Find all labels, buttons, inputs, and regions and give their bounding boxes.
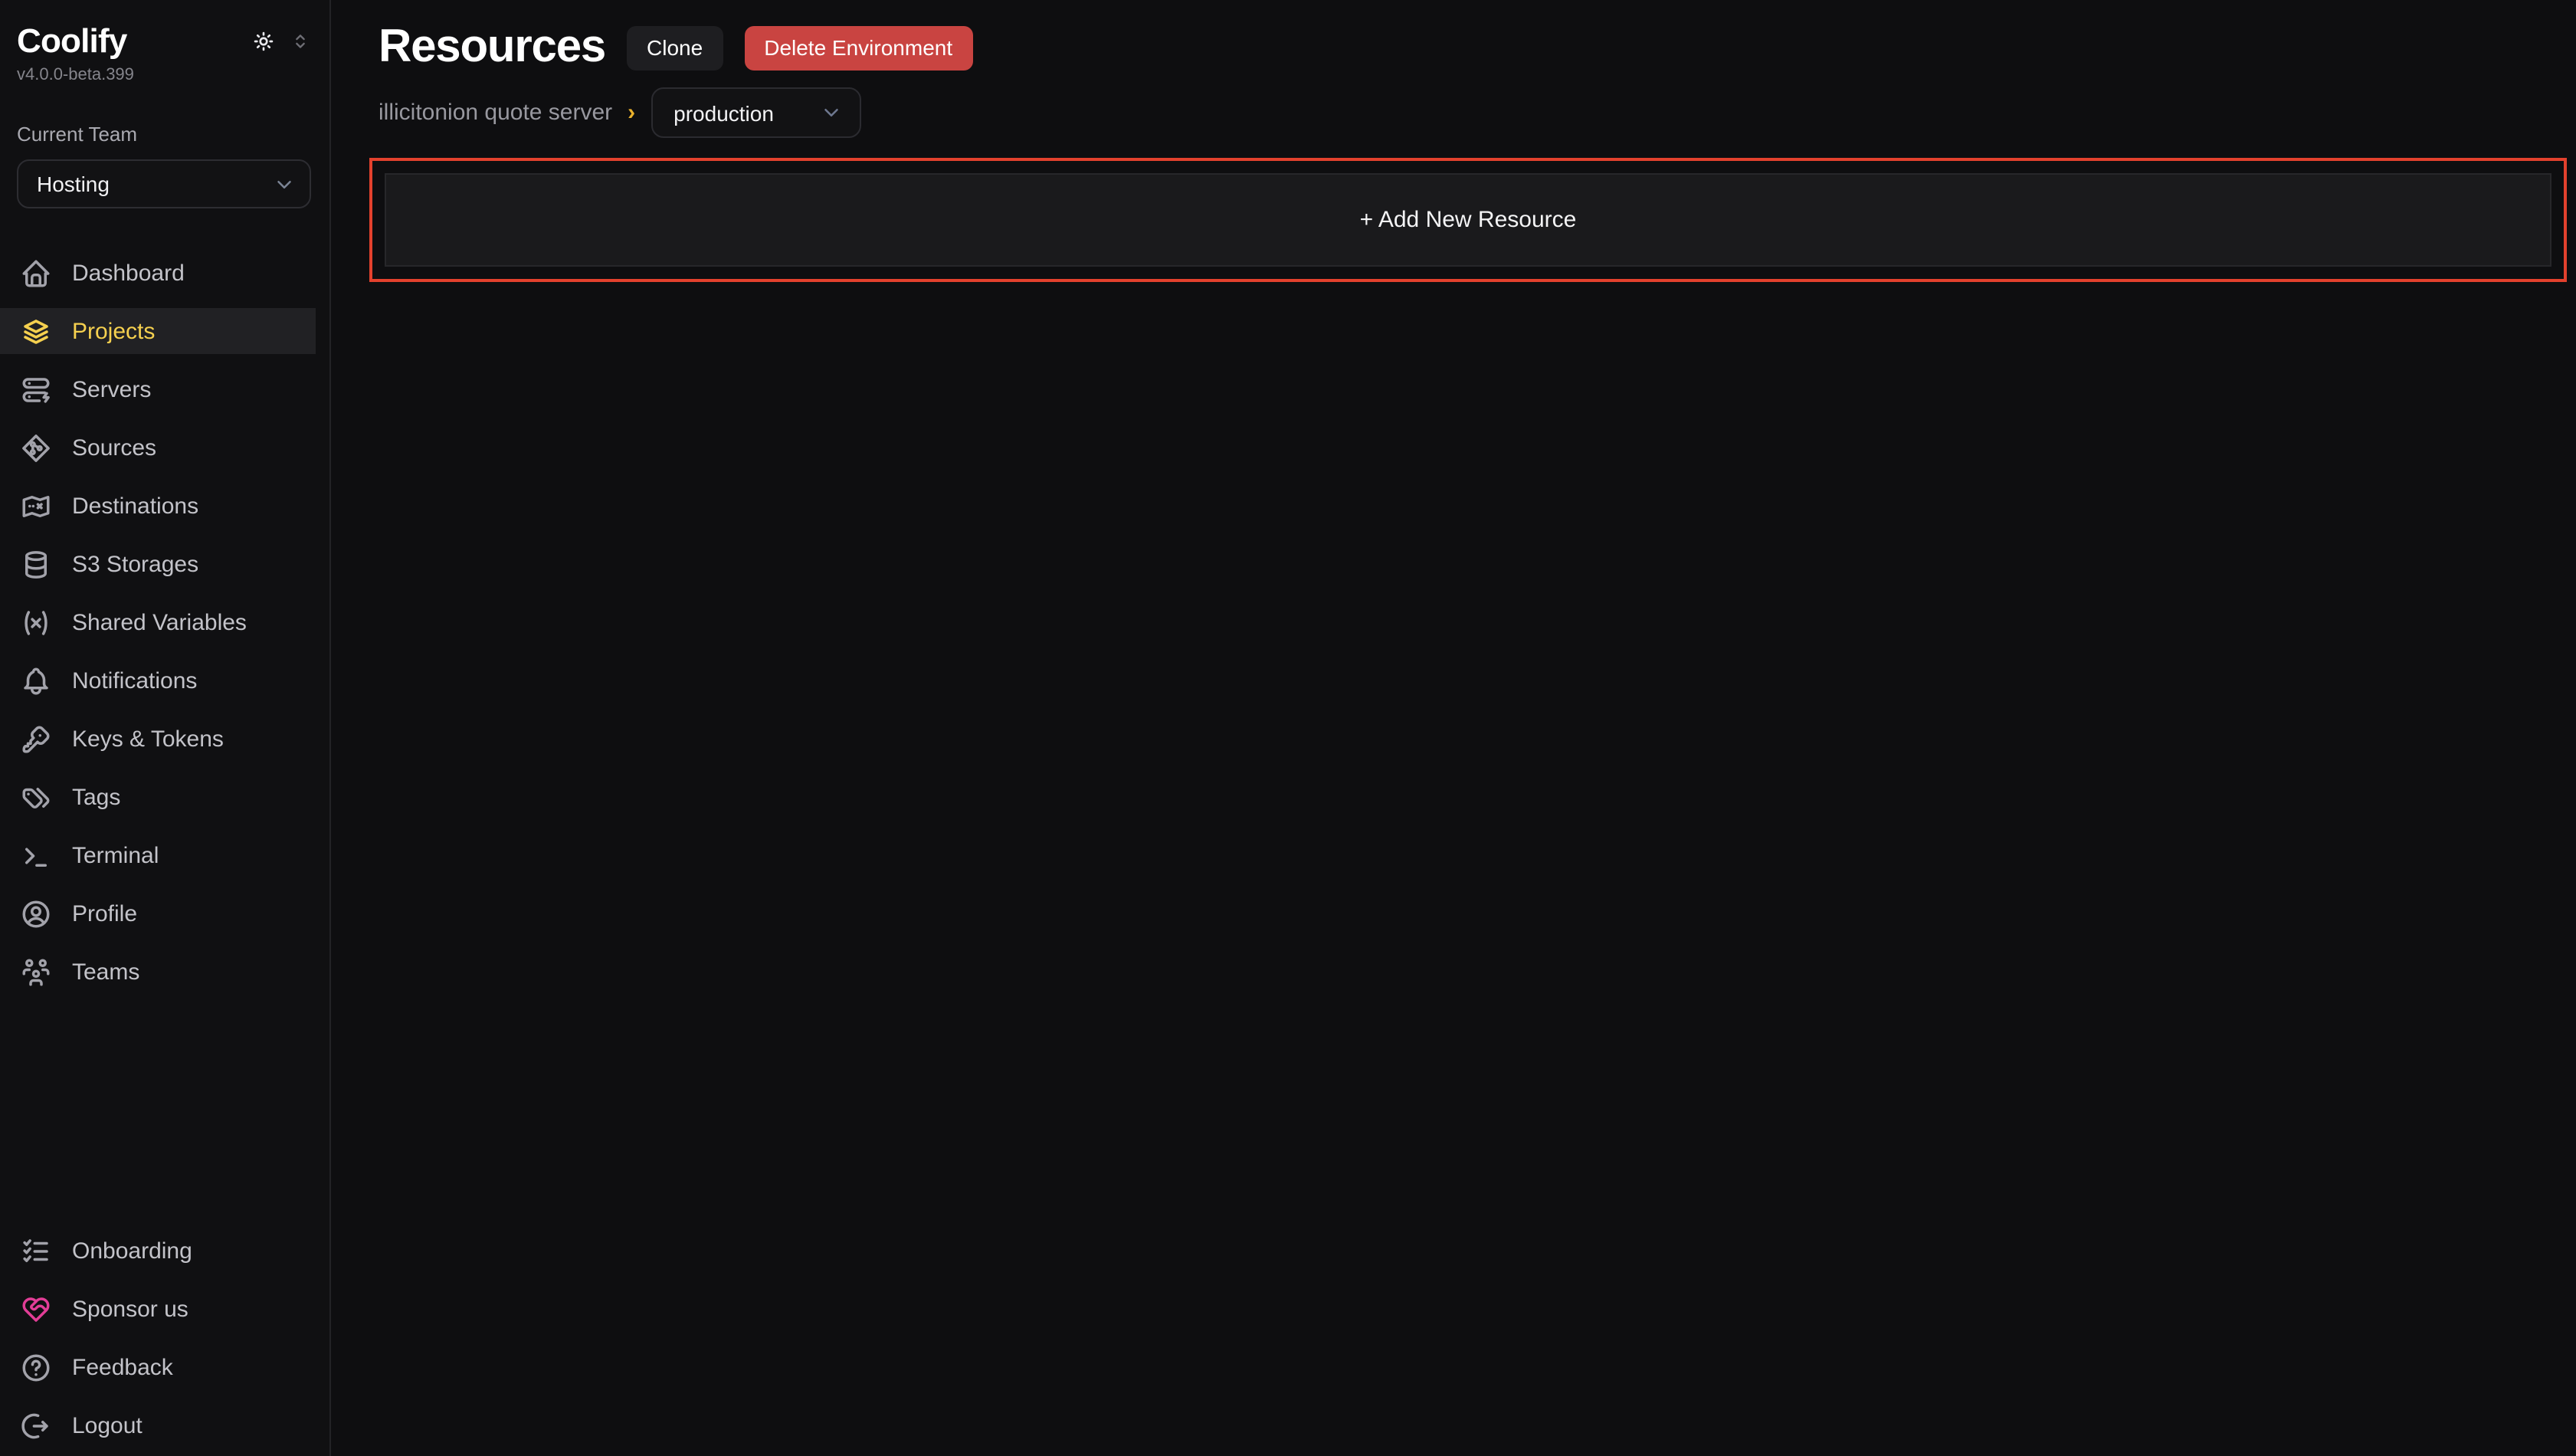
- sidebar-item-label: Teams: [72, 959, 139, 985]
- sidebar-item-label: Terminal: [72, 842, 159, 868]
- chevron-down-icon: [819, 101, 842, 124]
- team-select-value: Hosting: [37, 172, 110, 196]
- user-circle-icon: [18, 897, 52, 930]
- team-select[interactable]: Hosting: [17, 159, 311, 208]
- heart-handshake-icon: [18, 1292, 52, 1326]
- sidebar-item-shared-variables[interactable]: Shared Variables: [0, 599, 316, 645]
- breadcrumb-project-link[interactable]: illicitonion quote server: [379, 100, 612, 126]
- sidebar-item-onboarding[interactable]: Onboarding: [0, 1228, 316, 1274]
- breadcrumb: illicitonion quote server › production: [379, 87, 2567, 138]
- breadcrumb-chevron-icon: ›: [628, 100, 635, 126]
- clone-button[interactable]: Clone: [627, 25, 723, 70]
- sidebar-item-terminal[interactable]: Terminal: [0, 832, 316, 878]
- variable-icon: [18, 605, 52, 639]
- add-new-resource-button[interactable]: + Add New Resource: [385, 173, 2551, 267]
- sidebar-item-label: Projects: [72, 318, 155, 344]
- sidebar-item-label: Destinations: [72, 493, 198, 519]
- sidebar-item-label: Onboarding: [72, 1238, 192, 1264]
- sidebar-item-sponsor-us[interactable]: Sponsor us: [0, 1286, 316, 1332]
- app-logo[interactable]: Coolify: [17, 21, 127, 61]
- users-group-icon: [18, 955, 52, 989]
- sidebar-item-label: Keys & Tokens: [72, 726, 224, 752]
- sidebar-item-servers[interactable]: Servers: [0, 366, 316, 412]
- sidebar-item-label: Notifications: [72, 667, 197, 694]
- page-title: Resources: [379, 23, 605, 72]
- logout-icon: [18, 1408, 52, 1442]
- tags-icon: [18, 780, 52, 814]
- sidebar-item-dashboard[interactable]: Dashboard: [0, 250, 316, 296]
- sidebar-item-label: Logout: [72, 1412, 143, 1438]
- sidebar-item-label: Servers: [72, 376, 151, 402]
- sidebar-item-label: Profile: [72, 900, 137, 926]
- chevron-down-icon: [273, 172, 296, 195]
- delete-environment-button[interactable]: Delete Environment: [744, 25, 972, 70]
- sidebar-item-label: Dashboard: [72, 260, 185, 286]
- sidebar-item-profile[interactable]: Profile: [0, 890, 316, 936]
- app-root: Coolify v4.0.0-beta.399 Current Team Hos…: [0, 0, 2576, 1456]
- sidebar-item-label: Shared Variables: [72, 609, 247, 635]
- sidebar-item-teams[interactable]: Teams: [0, 949, 316, 995]
- database-icon: [18, 547, 52, 581]
- sidebar: Coolify v4.0.0-beta.399 Current Team Hos…: [0, 0, 331, 1456]
- sidebar-item-sources[interactable]: Sources: [0, 425, 316, 471]
- sidebar-item-label: Tags: [72, 784, 120, 810]
- layers-icon: [18, 314, 52, 348]
- current-team-label: Current Team: [17, 123, 311, 146]
- add-new-resource-label: + Add New Resource: [1360, 207, 1577, 233]
- sidebar-item-projects[interactable]: Projects: [0, 308, 316, 354]
- checklist-icon: [18, 1234, 52, 1267]
- sidebar-item-label: Feedback: [72, 1354, 173, 1380]
- sidebar-item-logout[interactable]: Logout: [0, 1402, 316, 1448]
- app-version: v4.0.0-beta.399: [17, 66, 311, 84]
- environment-select[interactable]: production: [651, 87, 860, 138]
- theme-light-icon[interactable]: [251, 29, 276, 54]
- main-content: Resources Clone Delete Environment illic…: [331, 0, 2576, 1456]
- home-icon: [18, 256, 52, 290]
- annotation-highlight-rectangle: + Add New Resource: [369, 158, 2567, 282]
- bell-icon: [18, 664, 52, 697]
- sidebar-item-feedback[interactable]: Feedback: [0, 1344, 316, 1390]
- sidebar-footer-nav: Onboarding Sponsor us Feedback Logout: [0, 1228, 329, 1456]
- sidebar-item-keys-tokens[interactable]: Keys & Tokens: [0, 716, 316, 762]
- terminal-icon: [18, 838, 52, 872]
- map-icon: [18, 489, 52, 523]
- environment-select-value: production: [673, 100, 774, 125]
- sidebar-item-label: Sponsor us: [72, 1296, 188, 1322]
- sidebar-item-tags[interactable]: Tags: [0, 774, 316, 820]
- sidebar-nav: Dashboard Projects Servers Sources Destinati…: [0, 250, 329, 995]
- git-icon: [18, 431, 52, 464]
- sidebar-item-destinations[interactable]: Destinations: [0, 483, 316, 529]
- sidebar-item-label: S3 Storages: [72, 551, 198, 577]
- key-icon: [18, 722, 52, 756]
- sidebar-item-notifications[interactable]: Notifications: [0, 657, 316, 703]
- help-circle-icon: [18, 1350, 52, 1384]
- sidebar-item-label: Sources: [72, 435, 156, 461]
- sidebar-item-s3-storages[interactable]: S3 Storages: [0, 541, 316, 587]
- theme-selector-chevrons-icon[interactable]: [290, 31, 311, 52]
- server-icon: [18, 372, 52, 406]
